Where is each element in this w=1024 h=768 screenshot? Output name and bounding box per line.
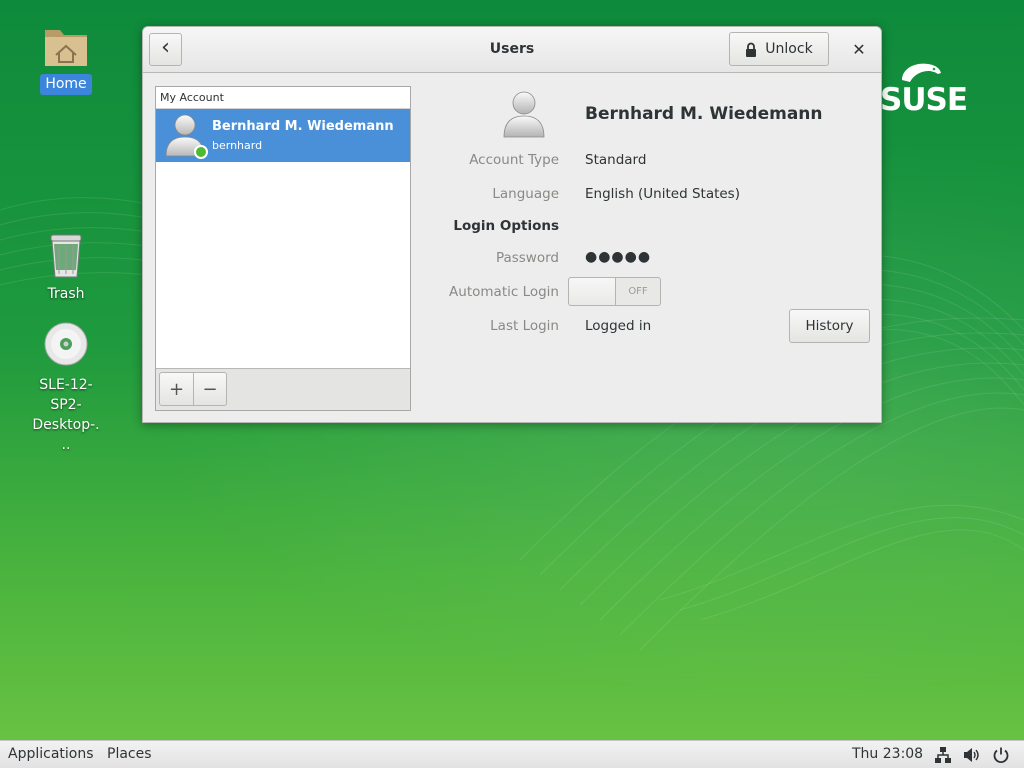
- online-status-icon: [194, 145, 208, 159]
- trash-icon: [42, 232, 90, 280]
- automatic-login-switch[interactable]: OFF: [568, 277, 661, 306]
- close-button[interactable]: ✕: [843, 33, 875, 65]
- volume-icon[interactable]: [962, 746, 980, 764]
- unlock-button[interactable]: Unlock: [729, 32, 829, 66]
- lock-icon: [746, 42, 757, 57]
- history-label: History: [805, 318, 854, 334]
- clock[interactable]: Thu 23:08: [852, 746, 923, 762]
- places-menu[interactable]: Places: [107, 746, 152, 762]
- suse-logo: SUSE: [880, 60, 990, 120]
- user-full-name: Bernhard M. Wiedemann: [212, 119, 394, 134]
- account-list-toolbar: + −: [156, 368, 410, 410]
- last-login-value: Logged in: [585, 318, 652, 334]
- applications-menu[interactable]: Applications: [8, 746, 94, 762]
- my-account-section-label: My Account: [156, 87, 410, 109]
- account-list-panel: My Account Bernhard M. Wiedemann bernhar…: [155, 86, 411, 411]
- add-remove-group: + −: [159, 372, 227, 406]
- unlock-label: Unlock: [765, 41, 813, 57]
- close-icon: ✕: [852, 39, 866, 59]
- user-login-name: bernhard: [212, 139, 263, 152]
- bottom-panel: Applications Places Thu 23:08: [0, 740, 1024, 768]
- remove-user-button[interactable]: −: [193, 373, 226, 405]
- password-label: Password: [495, 250, 559, 266]
- users-window: ‹ Users Unlock ✕ My Account Bernhard M. …: [142, 26, 882, 423]
- language-value[interactable]: English (United States): [585, 186, 740, 202]
- desktop-icon-label: Trash: [47, 286, 85, 302]
- minus-icon: −: [202, 378, 218, 400]
- login-options-heading: Login Options: [453, 218, 559, 234]
- account-type-value[interactable]: Standard: [585, 152, 646, 168]
- account-type-label: Account Type: [469, 152, 559, 168]
- optical-disc-icon: [42, 322, 90, 370]
- desktop-icon-dvd[interactable]: SLE-12-SP2-Desktop-...: [26, 322, 106, 456]
- account-photo-button[interactable]: [502, 89, 546, 139]
- window-header: ‹ Users Unlock ✕: [143, 27, 881, 73]
- network-icon[interactable]: [934, 746, 952, 764]
- password-value[interactable]: ●●●●●: [585, 249, 651, 265]
- language-label: Language: [492, 186, 559, 202]
- power-icon[interactable]: [992, 746, 1010, 764]
- suse-brand-text: SUSE: [880, 82, 968, 118]
- automatic-login-label: Automatic Login: [449, 284, 559, 300]
- plus-icon: +: [168, 378, 185, 400]
- switch-knob: [569, 278, 616, 305]
- account-full-name[interactable]: Bernhard M. Wiedemann: [585, 104, 823, 124]
- desktop-icon-home[interactable]: Home: [26, 22, 106, 95]
- add-user-button[interactable]: +: [160, 373, 193, 405]
- desktop-icon-label: Home: [40, 74, 92, 95]
- user-avatar-large-icon: [503, 91, 545, 138]
- history-button[interactable]: History: [789, 309, 870, 343]
- desktop-icon-label: SLE-12-SP2-Desktop-...: [32, 377, 100, 453]
- desktop-icon-trash[interactable]: Trash: [26, 232, 106, 305]
- last-login-label: Last Login: [490, 318, 559, 334]
- home-folder-icon: [42, 22, 90, 70]
- switch-state-label: OFF: [628, 286, 648, 297]
